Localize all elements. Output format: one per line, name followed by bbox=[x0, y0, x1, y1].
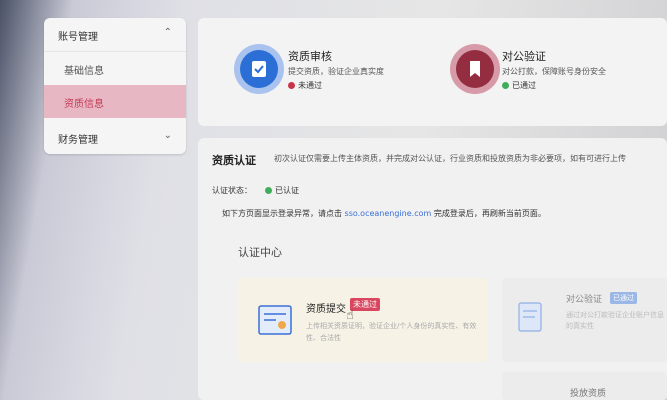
qualification-panel: 资质认证 初次认证仅需要上传主体资质，并完成对公认证，行业资质和投放资质为非必要… bbox=[198, 138, 667, 400]
cert-desc: 上传相关资质证明，验证企业/个人身份的真实性、有效性、合法性 bbox=[306, 322, 477, 342]
page-description: 初次认证仅需要上传主体资质，并完成对公认证，行业资质和投放资质为非必要项，如有可… bbox=[274, 154, 626, 163]
page-title: 资质认证 bbox=[212, 154, 256, 167]
status-label: 认证状态： bbox=[212, 186, 252, 195]
cert-title: 投放资质 bbox=[570, 389, 607, 399]
step-status: 已通过 bbox=[502, 80, 536, 91]
section-title: 认证中心 bbox=[238, 246, 282, 259]
sidebar-group-label: 财务管理 bbox=[58, 135, 98, 146]
status-dot-icon bbox=[288, 82, 295, 89]
sidebar-item-label: 资质信息 bbox=[64, 99, 104, 110]
sidebar-item-qualification-info[interactable]: 资质信息 bbox=[44, 85, 186, 118]
chevron-up-icon: ⌃ bbox=[163, 27, 172, 38]
step-title: 资质审核 bbox=[288, 50, 332, 63]
cert-title: 对公验证 bbox=[566, 295, 603, 305]
notice-prefix: 如下方页面显示登录异常，请点击 bbox=[222, 209, 342, 218]
status-dot-icon bbox=[502, 82, 509, 89]
status-dot-icon bbox=[265, 187, 272, 194]
sso-link[interactable]: sso.oceanengine.com bbox=[345, 209, 432, 218]
sidebar-group-label: 账号管理 bbox=[58, 32, 98, 43]
status-badge: 未通过 bbox=[350, 298, 380, 311]
sidebar-item-label: 基础信息 bbox=[64, 66, 104, 77]
status-value: 已认证 bbox=[275, 186, 299, 195]
cert-card-public-verify[interactable]: 对公验证 已通过 通过对公打款验证企业账户信息的真实性 bbox=[502, 278, 667, 362]
cert-desc: 通过对公打款验证企业账户信息的真实性 bbox=[566, 311, 664, 330]
document-icon bbox=[518, 302, 542, 332]
step-desc: 提交资质，验证企业真实度 bbox=[288, 67, 384, 76]
status-badge: 已认证 bbox=[265, 185, 299, 196]
cert-title: 资质提交 bbox=[306, 304, 346, 315]
login-notice: 如下方页面显示登录异常，请点击 sso.oceanengine.com 完成登录… bbox=[222, 208, 546, 219]
screen: 账号管理 ⌃ 基础信息 资质信息 财务管理 ⌄ 资质审核 提交资质，验证企业真实… bbox=[0, 0, 667, 400]
sidebar: 账号管理 ⌃ 基础信息 资质信息 财务管理 ⌄ bbox=[44, 18, 186, 154]
sidebar-group-account[interactable]: 账号管理 ⌃ bbox=[44, 18, 186, 51]
cert-card-qualification[interactable]: 资质提交 未通过 ☝ 上传相关资质证明，验证企业/个人身份的真实性、有效性、合法… bbox=[238, 278, 488, 362]
certificate-icon bbox=[258, 305, 292, 335]
document-check-icon bbox=[240, 50, 278, 88]
step-status: 未通过 bbox=[288, 80, 322, 91]
step-desc: 对公打款，保障账号身份安全 bbox=[502, 67, 606, 76]
step-status-text: 已通过 bbox=[512, 81, 536, 90]
chevron-down-icon: ⌄ bbox=[163, 130, 172, 141]
step-status-text: 未通过 bbox=[298, 81, 322, 90]
sidebar-item-basic-info[interactable]: 基础信息 bbox=[44, 52, 186, 85]
cert-card-ad-qualification[interactable]: 投放资质 bbox=[502, 372, 667, 400]
steps-card: 资质审核 提交资质，验证企业真实度 未通过 对公验证 对公打款，保障账号身份安全… bbox=[198, 18, 667, 126]
bookmark-icon bbox=[456, 50, 494, 88]
step-title: 对公验证 bbox=[502, 50, 546, 63]
status-badge: 已通过 bbox=[610, 292, 637, 304]
notice-suffix: 完成登录后，再刷新当前页面。 bbox=[433, 209, 546, 218]
sidebar-group-finance[interactable]: 财务管理 ⌄ bbox=[44, 121, 186, 154]
